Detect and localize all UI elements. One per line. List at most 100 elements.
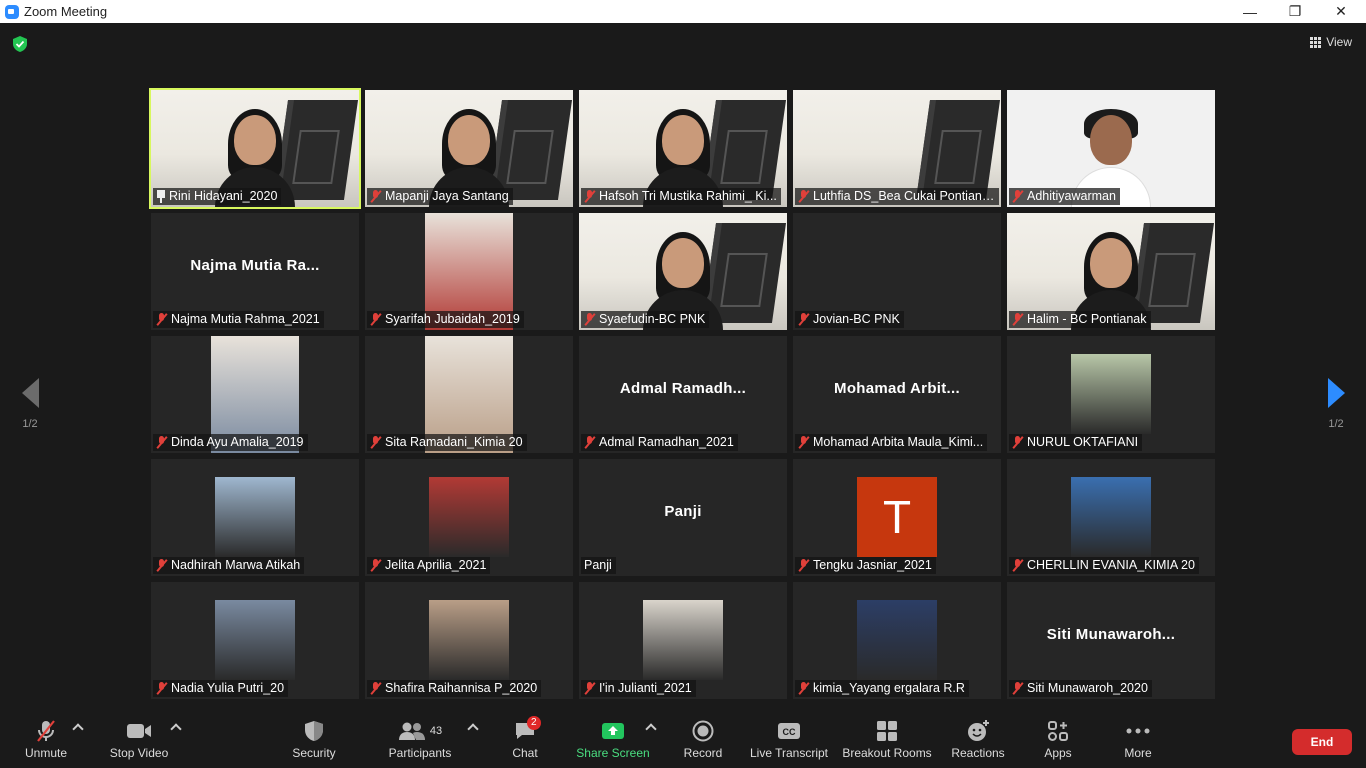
display-name-large: Najma Mutia Ra... [190,257,320,274]
mic-muted-icon [370,436,382,449]
chat-button[interactable]: 2 Chat [505,716,545,760]
initial-avatar: T [857,477,937,557]
participant-name: Najma Mutia Rahma_2021 [171,312,320,326]
reactions-button[interactable]: Reactions [950,719,1006,760]
participant-name: Panji [584,558,612,572]
participant-tile[interactable]: I'in Julianti_2021 [579,582,787,699]
participant-tile[interactable]: NURUL OKTAFIANI [1007,336,1215,453]
participant-tile[interactable]: T Tengku Jasniar_2021 [793,459,1001,576]
restore-button[interactable]: ❐ [1272,0,1318,23]
participant-tile[interactable]: Mohamad Arbit... Mohamad Arbita Maula_Kim… [793,336,1001,453]
record-icon [692,720,714,742]
breakout-rooms-label: Breakout Rooms [842,746,932,760]
participant-name-label: Mapanji Jaya Santang [367,188,513,205]
participant-name-label: Jelita Aprilia_2021 [367,557,491,574]
participants-count: 43 [429,725,443,737]
participant-tile[interactable]: Syarifah Jubaidah_2019 [365,213,573,330]
profile-photo [1071,477,1151,557]
shield-check-icon[interactable] [12,36,28,52]
audio-options-caret[interactable] [72,723,84,735]
mic-muted-icon [370,559,382,572]
mic-muted-icon [370,313,382,326]
mic-muted-icon [1012,559,1024,572]
reactions-label: Reactions [951,746,1005,760]
more-button[interactable]: More [1120,719,1156,760]
participant-tile[interactable]: Najma Mutia Ra... Najma Mutia Rahma_2021 [151,213,359,330]
participant-tile[interactable]: Shafira Raihannisa P_2020 [365,582,573,699]
participant-name-label: Rini Hidayani_2020 [153,188,282,205]
participants-options-caret[interactable] [467,723,479,735]
record-button[interactable]: Record [680,719,726,760]
share-screen-label: Share Screen [576,746,650,760]
participant-tile[interactable]: Jelita Aprilia_2021 [365,459,573,576]
page-indicator-right: 1/2 [1328,418,1344,430]
mic-muted-icon [156,436,168,449]
participant-name-label: Dinda Ayu Amalia_2019 [153,434,308,451]
profile-photo [643,600,723,680]
previous-page-button[interactable]: 1/2 [10,378,50,430]
participant-name: Jelita Aprilia_2021 [385,558,487,572]
zoom-app-icon [5,4,19,19]
view-button[interactable]: View [1310,35,1352,49]
participant-name-label: Luthfia DS_Bea Cukai Pontianak [795,188,999,205]
participant-name-label: Halim - BC Pontianak [1009,311,1151,328]
participant-tile[interactable]: kimia_Yayang ergalara R.R [793,582,1001,699]
security-button[interactable]: Security [288,719,340,760]
mic-muted-icon [584,436,596,449]
video-stage: View 1/2 1/2 Rini Hidayani_2020 Mapanji J… [0,23,1366,713]
video-options-caret[interactable] [170,723,182,735]
mic-muted-icon [37,720,55,742]
more-label: More [1124,746,1152,760]
end-meeting-button[interactable]: End [1292,729,1352,755]
share-screen-button[interactable]: Share Screen [576,719,650,760]
participant-tile[interactable]: Luthfia DS_Bea Cukai Pontianak [793,90,1001,207]
next-page-button[interactable]: 1/2 [1316,378,1356,430]
video-camera-icon [127,724,151,738]
participant-tile[interactable]: Nadia Yulia Putri_20 [151,582,359,699]
unmute-label: Unmute [24,746,68,760]
participant-tile[interactable]: Syaefudin-BC PNK [579,213,787,330]
participant-name: kimia_Yayang ergalara R.R [813,681,965,695]
participant-tile[interactable]: Mapanji Jaya Santang [365,90,573,207]
display-name-large: Admal Ramadh... [619,380,747,397]
stop-video-button[interactable]: Stop Video [106,719,172,760]
participant-tile[interactable]: Panji Panji [579,459,787,576]
unmute-button[interactable]: Unmute [20,719,72,760]
display-name-large: Siti Munawaroh... [1046,626,1176,643]
face-shape [662,115,704,165]
mic-muted-icon [798,436,810,449]
participant-tile[interactable]: CHERLLIN EVANIA_KIMIA 20 [1007,459,1215,576]
participant-tile[interactable]: Dinda Ayu Amalia_2019 [151,336,359,453]
participant-name: Syaefudin-BC PNK [599,312,706,326]
participant-tile[interactable]: Rini Hidayani_2020 [149,88,361,209]
participants-label: Participants [388,746,452,760]
chevron-left-icon [21,378,39,408]
mic-muted-icon [1012,436,1024,449]
breakout-rooms-button[interactable]: Breakout Rooms [842,719,932,760]
mic-muted-icon [584,682,596,695]
participant-tile[interactable]: Sita Ramadani_Kimia 20 [365,336,573,453]
participant-name: Adhitiyawarman [1027,189,1116,203]
participant-tile[interactable]: Jovian-BC PNK [793,213,1001,330]
participant-tile[interactable]: Admal Ramadh... Admal Ramadhan_2021 [579,336,787,453]
minimize-button[interactable]: — [1227,0,1273,23]
participant-name-label: CHERLLIN EVANIA_KIMIA 20 [1009,557,1199,574]
live-transcript-button[interactable]: CC Live Transcript [748,719,830,760]
display-name-large: Mohamad Arbit... [834,380,960,397]
participant-tile[interactable]: Siti Munawaroh... Siti Munawaroh_2020 [1007,582,1215,699]
participant-tile[interactable]: Adhitiyawarman [1007,90,1215,207]
mic-muted-icon [1012,313,1024,326]
face-shape [1090,115,1132,165]
profile-photo [857,600,937,680]
participants-button[interactable]: 43 Participants [384,719,456,760]
apps-button[interactable]: Apps [1038,719,1078,760]
apps-label: Apps [1044,746,1072,760]
participant-tile[interactable]: Nadhirah Marwa Atikah [151,459,359,576]
participant-name-label: I'in Julianti_2021 [581,680,696,697]
mic-muted-icon [156,559,168,572]
participant-tile[interactable]: Halim - BC Pontianak [1007,213,1215,330]
participant-tile[interactable]: Hafsoh Tri Mustika Rahimi_ Ki... [579,90,787,207]
participant-name: Luthfia DS_Bea Cukai Pontianak [813,189,995,203]
profile-photo [429,477,509,557]
close-button[interactable]: ✕ [1318,0,1364,23]
